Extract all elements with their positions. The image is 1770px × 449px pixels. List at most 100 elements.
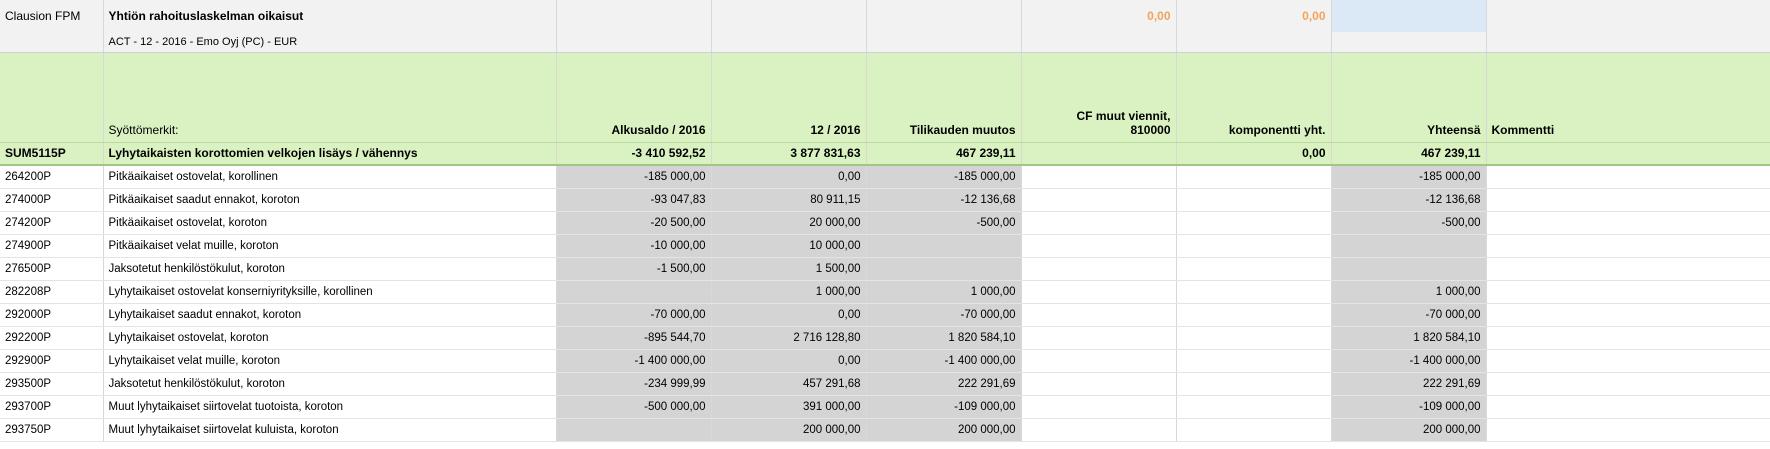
selected-cell[interactable] [1331,0,1487,32]
row-period[interactable]: 1 000,00 [711,280,867,304]
row-name: Lyhytaikaiset saadut ennakot, koroton [103,303,557,327]
row-cf[interactable] [1021,372,1177,396]
row-name: Jaksotetut henkilöstökulut, koroton [103,257,557,281]
row-yhteensa[interactable]: -500,00 [1331,211,1487,235]
row-period[interactable]: 10 000,00 [711,234,867,258]
row-komponentti[interactable] [1176,211,1332,235]
row-kommentti[interactable] [1486,165,1770,189]
row-period[interactable]: 20 000,00 [711,211,867,235]
row-kommentti[interactable] [1486,395,1770,419]
row-alkusaldo[interactable]: -895 544,70 [556,326,712,350]
sum-period[interactable]: 3 877 831,63 [711,142,867,166]
row-kommentti[interactable] [1486,418,1770,442]
row-cf[interactable] [1021,303,1177,327]
row-muutos[interactable]: -185 000,00 [866,165,1022,189]
row-muutos[interactable]: 1 000,00 [866,280,1022,304]
row-muutos[interactable]: -70 000,00 [866,303,1022,327]
row-yhteensa[interactable]: -12 136,68 [1331,188,1487,212]
sum-kommentti[interactable] [1486,142,1770,166]
row-yhteensa[interactable]: 222 291,69 [1331,372,1487,396]
row-yhteensa[interactable] [1331,257,1487,281]
row-alkusaldo[interactable]: -10 000,00 [556,234,712,258]
row-alkusaldo[interactable]: -185 000,00 [556,165,712,189]
row-cf[interactable] [1021,395,1177,419]
row-period[interactable]: 200 000,00 [711,418,867,442]
sum-alkusaldo[interactable]: -3 410 592,52 [556,142,712,166]
row-period[interactable]: 391 000,00 [711,395,867,419]
row-muutos[interactable]: 200 000,00 [866,418,1022,442]
row-alkusaldo[interactable]: -70 000,00 [556,303,712,327]
row-yhteensa[interactable]: -185 000,00 [1331,165,1487,189]
row-period[interactable]: 457 291,68 [711,372,867,396]
row-alkusaldo[interactable]: -234 999,99 [556,372,712,396]
row-muutos[interactable]: -1 400 000,00 [866,349,1022,373]
row-komponentti[interactable] [1176,234,1332,258]
row-alkusaldo[interactable]: -500 000,00 [556,395,712,419]
column-header-yhteensa: Yhteensä [1331,52,1487,143]
row-komponentti[interactable] [1176,349,1332,373]
app-label: Clausion FPM [0,0,104,32]
row-kommentti[interactable] [1486,280,1770,304]
row-komponentti[interactable] [1176,257,1332,281]
row-yhteensa[interactable]: 1 000,00 [1331,280,1487,304]
row-cf[interactable] [1021,211,1177,235]
row-komponentti[interactable] [1176,188,1332,212]
row-komponentti[interactable] [1176,326,1332,350]
row-alkusaldo[interactable]: -93 047,83 [556,188,712,212]
row-kommentti[interactable] [1486,326,1770,350]
row-code: 282208P [0,280,104,304]
row-cf[interactable] [1021,165,1177,189]
table-row: 282208P Lyhytaikaiset ostovelat konserniy… [0,280,1770,304]
row-cf[interactable] [1021,349,1177,373]
row-period[interactable]: 1 500,00 [711,257,867,281]
row-muutos[interactable] [866,257,1022,281]
row-code: 292200P [0,326,104,350]
row-kommentti[interactable] [1486,234,1770,258]
row-kommentti[interactable] [1486,188,1770,212]
row-period[interactable]: 0,00 [711,303,867,327]
row-cf[interactable] [1021,234,1177,258]
sum-muutos[interactable]: 467 239,11 [866,142,1022,166]
row-cf[interactable] [1021,418,1177,442]
row-period[interactable]: 80 911,15 [711,188,867,212]
row-kommentti[interactable] [1486,303,1770,327]
row-alkusaldo[interactable]: -20 500,00 [556,211,712,235]
row-yhteensa[interactable]: 1 820 584,10 [1331,326,1487,350]
row-kommentti[interactable] [1486,211,1770,235]
row-yhteensa[interactable]: -70 000,00 [1331,303,1487,327]
row-period[interactable]: 2 716 128,80 [711,326,867,350]
row-komponentti[interactable] [1176,280,1332,304]
row-cf[interactable] [1021,188,1177,212]
row-kommentti[interactable] [1486,257,1770,281]
row-cf[interactable] [1021,326,1177,350]
row-alkusaldo[interactable]: -1 500,00 [556,257,712,281]
row-yhteensa[interactable]: -1 400 000,00 [1331,349,1487,373]
row-muutos[interactable]: -109 000,00 [866,395,1022,419]
row-alkusaldo[interactable] [556,418,712,442]
sum-cf[interactable] [1021,142,1177,166]
row-muutos[interactable]: -500,00 [866,211,1022,235]
row-muutos[interactable]: 1 820 584,10 [866,326,1022,350]
row-alkusaldo[interactable]: -1 400 000,00 [556,349,712,373]
row-yhteensa[interactable]: 200 000,00 [1331,418,1487,442]
row-muutos[interactable]: -12 136,68 [866,188,1022,212]
sum-name: Lyhytaikaisten korottomien velkojen lisä… [103,142,557,166]
row-period[interactable]: 0,00 [711,349,867,373]
row-yhteensa[interactable] [1331,234,1487,258]
row-cf[interactable] [1021,257,1177,281]
row-muutos[interactable]: 222 291,69 [866,372,1022,396]
row-komponentti[interactable] [1176,165,1332,189]
row-muutos[interactable] [866,234,1022,258]
row-cf[interactable] [1021,280,1177,304]
row-yhteensa[interactable]: -109 000,00 [1331,395,1487,419]
row-komponentti[interactable] [1176,395,1332,419]
row-period[interactable]: 0,00 [711,165,867,189]
sum-yhteensa[interactable]: 467 239,11 [1331,142,1487,166]
row-kommentti[interactable] [1486,372,1770,396]
row-komponentti[interactable] [1176,303,1332,327]
sum-komponentti[interactable]: 0,00 [1176,142,1332,166]
row-alkusaldo[interactable] [556,280,712,304]
row-kommentti[interactable] [1486,349,1770,373]
row-komponentti[interactable] [1176,372,1332,396]
row-komponentti[interactable] [1176,418,1332,442]
